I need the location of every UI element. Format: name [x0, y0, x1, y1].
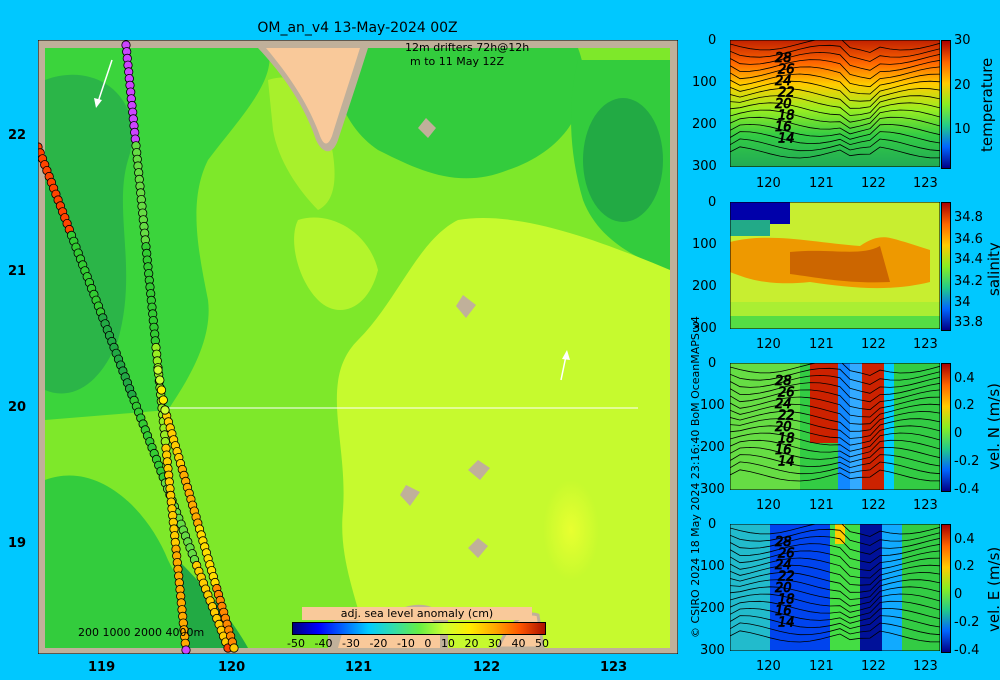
map-title: OM_an_v4 13-May-2024 00Z [257, 20, 458, 36]
velN-colorbar [941, 363, 951, 492]
depth-tick: 200 [692, 117, 717, 132]
cb-tick: 0.2 [954, 398, 975, 413]
section-lon-tick: 123 [913, 659, 938, 674]
section-lon-tick: 121 [809, 498, 834, 513]
velE-label: vel. E (m/s) [985, 546, 1000, 632]
contour-label: 14 [778, 455, 795, 470]
cb-tick: -0.2 [954, 615, 980, 630]
cb-tick: 0.4 [954, 371, 975, 386]
section-lon-tick: 122 [861, 659, 886, 674]
section-lon-tick: 121 [809, 176, 834, 191]
depth-tick: 100 [692, 75, 717, 90]
drifter-position [156, 385, 167, 395]
section-lon-tick: 120 [756, 176, 781, 191]
velN-section: 2826242220181614 [730, 363, 940, 490]
velE-section: 2826242220181614 [730, 524, 940, 651]
drifter-position [155, 375, 165, 385]
depth-tick: 100 [700, 559, 725, 574]
ssh-colorbar [292, 622, 546, 635]
contour-label: 14 [778, 132, 795, 147]
temperature-label: temperature [978, 57, 996, 152]
depth-tick: 0 [708, 33, 717, 48]
section-lon-tick: 120 [756, 337, 781, 352]
lat-tick: 20 [8, 400, 27, 415]
depth-tick: 0 [708, 356, 717, 371]
cb-tick: 34 [954, 295, 971, 310]
section-lon-tick: 121 [809, 659, 834, 674]
depth-tick: 300 [700, 643, 725, 658]
cb-tick: 0 [954, 587, 963, 602]
lat-tick: 19 [8, 536, 27, 551]
depth-tick: 200 [692, 279, 717, 294]
section-lon-tick: 123 [913, 176, 938, 191]
depth-tick: 200 [700, 601, 725, 616]
cb-tick: -0.4 [954, 643, 980, 658]
depth-tick: 300 [700, 482, 725, 497]
colorbar-ticks: -50 -40 -30 -20 -10 0 10 20 30 40 50 [287, 637, 549, 650]
cb-tick: 0.4 [954, 532, 975, 547]
cb-tick: 30 [954, 33, 971, 48]
drifter-legend-line1: 12m drifters 72h@12h [405, 41, 530, 54]
salinity-label: salinity [985, 242, 1000, 296]
depth-tick: 300 [692, 159, 717, 174]
lon-tick: 121 [345, 660, 373, 675]
cb-tick: -0.4 [954, 482, 980, 497]
section-lon-tick: 122 [861, 498, 886, 513]
section-lon-tick: 123 [913, 337, 938, 352]
ssh-low-east [583, 98, 663, 222]
depth-tick: 100 [692, 237, 717, 252]
depth-tick: 200 [700, 440, 725, 455]
lon-tick: 122 [473, 660, 501, 675]
drifter-legend-line2: m to 11 May 12Z [410, 55, 505, 68]
section-lon-tick: 120 [756, 659, 781, 674]
depth-tick: 300 [692, 321, 717, 336]
cb-tick: 33.8 [954, 315, 983, 330]
section-lon-tick: 122 [861, 176, 886, 191]
depth-legend: 200 1000 2000 4000m [78, 626, 205, 639]
drifter-position [153, 365, 163, 375]
lon-tick: 123 [600, 660, 628, 675]
cb-tick: 34.2 [954, 274, 983, 289]
velN-label: vel. N (m/s) [985, 383, 1000, 470]
lat-tick: 21 [8, 264, 27, 279]
cb-tick: 20 [954, 78, 971, 93]
drifter-position [181, 645, 191, 654]
section-lon-tick: 121 [809, 337, 834, 352]
temperature-section: 2826242220181614 [730, 40, 940, 167]
section-lon-tick: 120 [756, 498, 781, 513]
credit-text: © CSIRO 2024 18 May 2024 23:16:40 BoM Oc… [689, 316, 702, 638]
cb-tick: 34.4 [954, 252, 983, 267]
colorbar-label: adj. sea level anomaly (cm) [302, 607, 532, 620]
cb-tick: 0 [954, 426, 963, 441]
depth-tick: 0 [708, 195, 717, 210]
depth-tick: 100 [700, 398, 725, 413]
ssh-map [38, 40, 678, 654]
salinity-colorbar [941, 202, 951, 331]
section-lon-tick: 123 [913, 498, 938, 513]
cb-tick: 34.6 [954, 232, 983, 247]
cb-tick: 0.2 [954, 559, 975, 574]
velE-colorbar [941, 524, 951, 653]
cb-tick: -0.2 [954, 454, 980, 469]
lat-tick: 22 [8, 128, 27, 143]
cb-tick: 10 [954, 122, 971, 137]
temperature-colorbar [941, 40, 951, 169]
drifter-position [160, 405, 170, 415]
drifter-position [158, 395, 168, 405]
lon-tick: 119 [88, 660, 116, 675]
section-lon-tick: 122 [861, 337, 886, 352]
cb-tick: 34.8 [954, 210, 983, 225]
lon-tick: 120 [218, 660, 246, 675]
depth-tick: 0 [708, 517, 717, 532]
salinity-section [730, 202, 940, 329]
contour-label: 14 [778, 616, 795, 631]
drifter-position [229, 643, 239, 653]
